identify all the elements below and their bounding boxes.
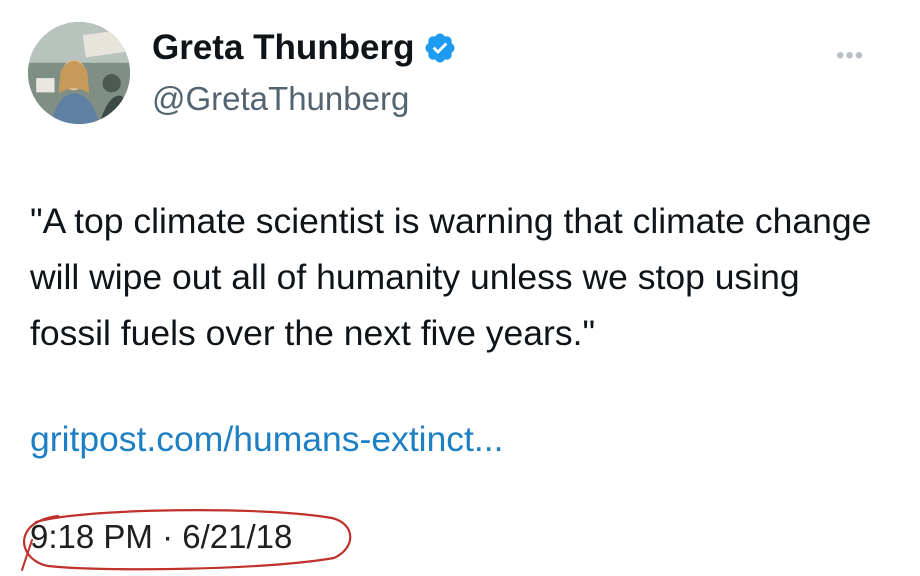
- author-handle[interactable]: @GretaThunberg: [152, 82, 409, 115]
- verified-badge-icon: [423, 31, 457, 65]
- avatar[interactable]: [28, 22, 130, 124]
- tweet-link[interactable]: gritpost.com/humans-extinct...: [30, 411, 504, 467]
- more-options-icon[interactable]: •••: [836, 44, 864, 68]
- author-name[interactable]: Greta Thunberg: [152, 30, 415, 65]
- tweet-timestamp[interactable]: 9:18 PM · 6/21/18: [30, 520, 292, 553]
- avatar-image: [28, 22, 130, 124]
- tweet-text: "A top climate scientist is warning that…: [30, 201, 872, 353]
- author-row: Greta Thunberg: [152, 30, 457, 65]
